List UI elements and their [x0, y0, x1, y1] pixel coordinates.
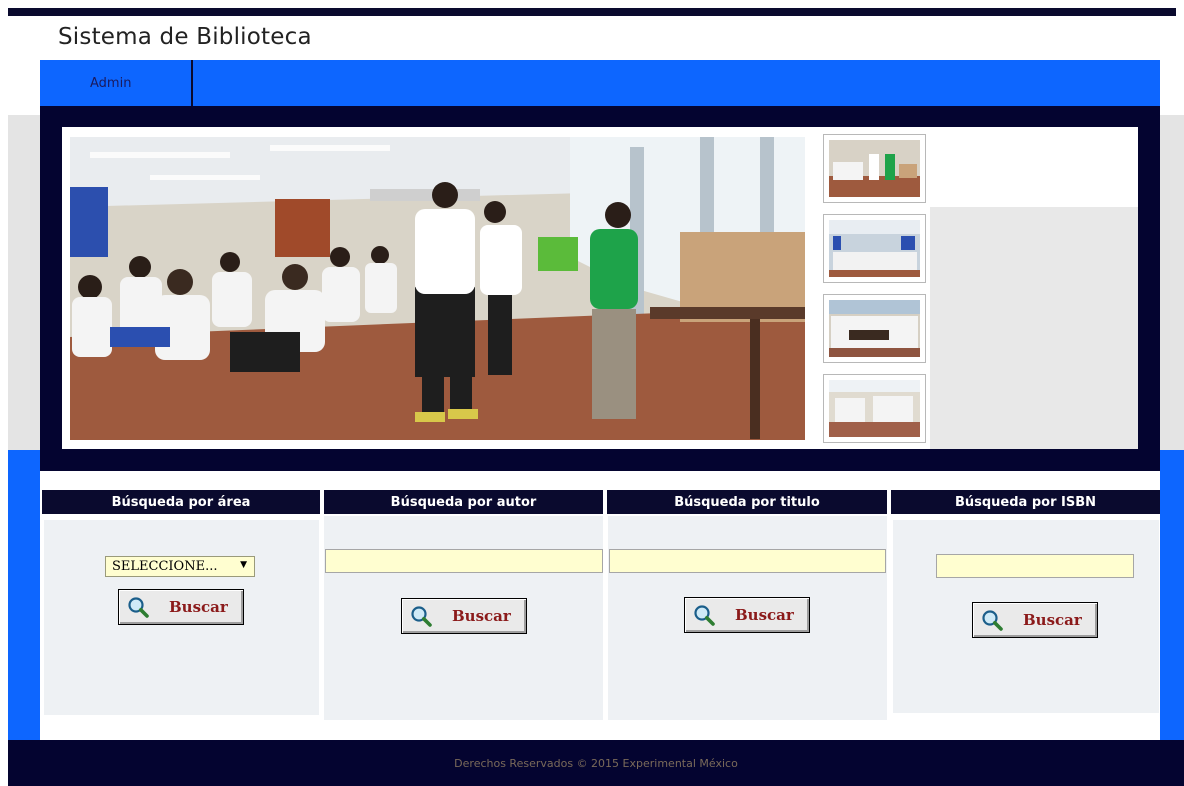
slider-thumbnail-area: [930, 207, 1138, 449]
titulo-search-button[interactable]: Buscar: [684, 597, 810, 633]
thumbnail-image-1: [829, 140, 920, 197]
search-header-area: Búsqueda por área: [42, 490, 320, 514]
slider-thumbnail-2[interactable]: [823, 214, 926, 283]
footer-copyright: Derechos Reservados © 2015 Experimental …: [454, 756, 738, 770]
main-slider-image: [70, 137, 805, 440]
magnifier-icon: [694, 605, 715, 626]
titulo-search-input[interactable]: [609, 549, 886, 573]
search-header-titulo: Búsqueda por titulo: [607, 490, 887, 514]
area-select[interactable]: SELECCIONE... ▼: [105, 556, 255, 577]
thumbnail-image-3: [829, 300, 920, 357]
area-search-button[interactable]: Buscar: [118, 589, 244, 625]
autor-search-input[interactable]: [325, 549, 603, 573]
area-search-button-label: Buscar: [169, 598, 228, 616]
isbn-search-button[interactable]: Buscar: [972, 602, 1098, 638]
magnifier-icon: [411, 606, 432, 627]
autor-search-button[interactable]: Buscar: [401, 598, 527, 634]
autor-search-button-label: Buscar: [452, 607, 511, 625]
isbn-search-input[interactable]: [936, 554, 1134, 578]
main-navbar: Admin: [40, 60, 1160, 106]
slider-thumbnail-1[interactable]: [823, 134, 926, 203]
page-footer: Derechos Reservados © 2015 Experimental …: [8, 740, 1184, 786]
magnifier-icon: [982, 610, 1003, 631]
titulo-search-button-label: Buscar: [735, 606, 794, 624]
area-select-value: SELECCIONE...: [112, 559, 218, 574]
search-header-autor: Búsqueda por autor: [324, 490, 603, 514]
site-title: Sistema de Biblioteca: [58, 24, 312, 50]
top-bar: [8, 8, 1176, 16]
search-header-isbn: Búsqueda por ISBN: [891, 490, 1160, 514]
magnifier-icon: [128, 597, 149, 618]
nav-item-admin[interactable]: Admin: [40, 60, 193, 106]
slider-thumbnail-4[interactable]: [823, 374, 926, 443]
thumbnail-image-4: [829, 380, 920, 437]
slider-thumbnail-3[interactable]: [823, 294, 926, 363]
thumbnail-image-2: [829, 220, 920, 277]
isbn-search-button-label: Buscar: [1023, 611, 1082, 629]
dropdown-arrow-icon: ▼: [240, 560, 247, 570]
